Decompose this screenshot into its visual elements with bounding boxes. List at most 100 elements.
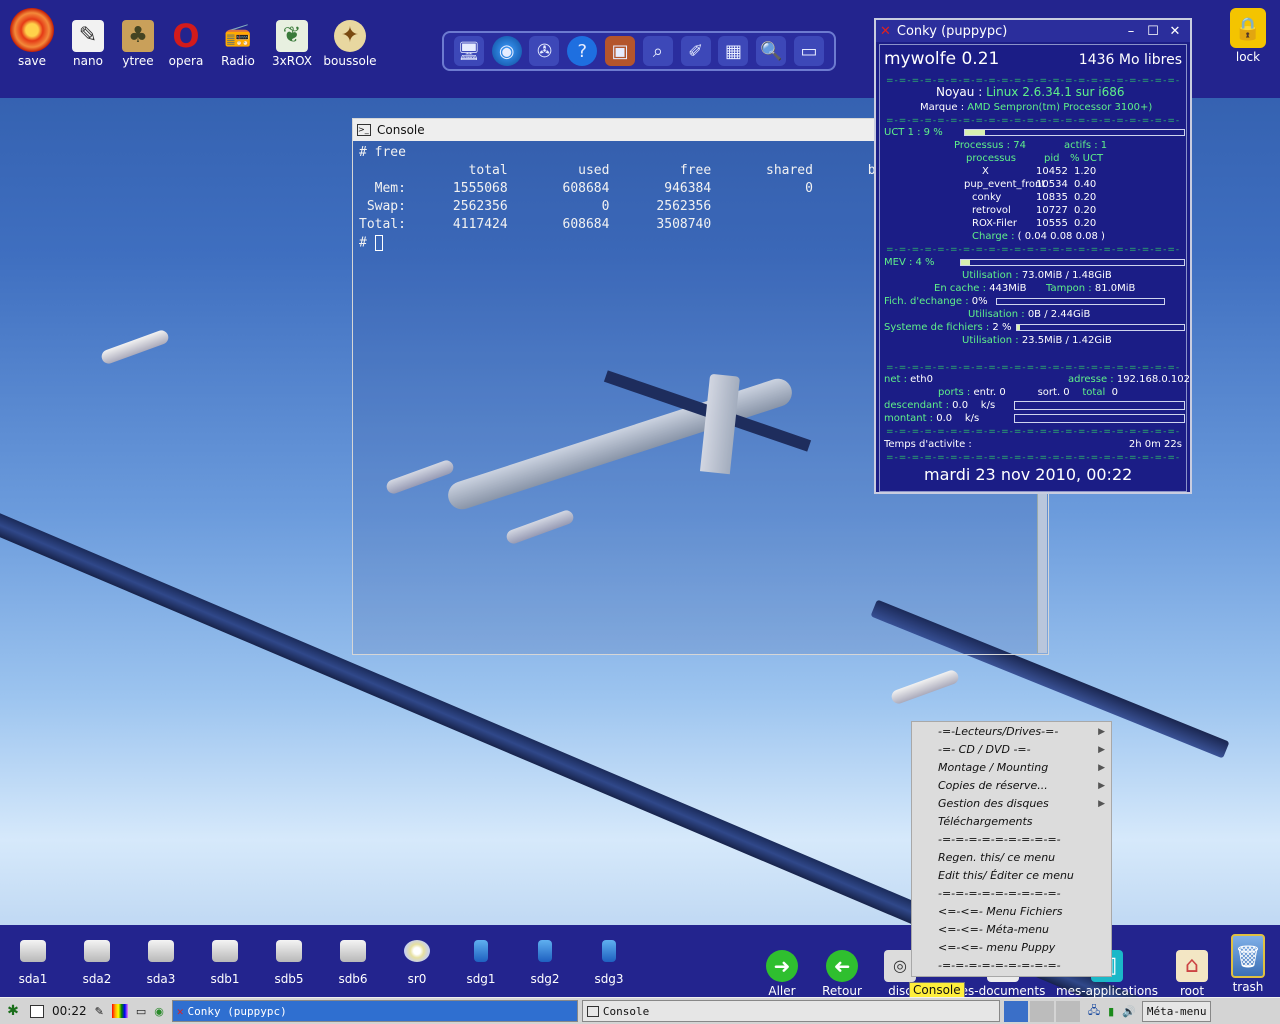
volume-tray-icon[interactable]: 🔊 xyxy=(1118,1001,1140,1022)
taskbar-task-console[interactable]: Console xyxy=(581,1000,1000,1022)
desktop-icon-root[interactable]: ⌂ root xyxy=(1160,950,1224,998)
menu-item[interactable]: -=- CD / DVD -=- xyxy=(938,743,1031,756)
desktop-icon-trash[interactable]: 🗑 trash xyxy=(1216,934,1280,994)
start-menu-icon[interactable]: ✱ xyxy=(0,1001,26,1022)
divider: =-=-=-=-=-=-=-=-=-=-=-=-=-=-=-=-=-=-=-=-… xyxy=(886,247,1181,253)
mev-label: MEV : 4 % xyxy=(884,257,935,268)
close-button[interactable]: ✕ xyxy=(1164,24,1186,39)
draw-icon[interactable]: ✐ xyxy=(680,36,711,66)
drive-label: sdb1 xyxy=(210,972,240,986)
divider: =-=-=-=-=-=-=-=-=-=-=-=-=-=-=-=-=-=-=-=-… xyxy=(886,118,1181,124)
briefcase-icon[interactable]: ▣ xyxy=(605,36,636,66)
compass-icon: ✦ xyxy=(334,20,366,52)
charge-row: Charge : ( 0.04 0.08 0.08 ) xyxy=(972,231,1105,242)
drive-tray-icon[interactable]: ▭ xyxy=(132,1001,150,1022)
drive-icon-sdg1[interactable]: sdg1 xyxy=(456,940,506,986)
menu-item[interactable]: Regen. this/ ce menu xyxy=(938,851,1055,864)
drive-icon-sdg2[interactable]: sdg2 xyxy=(520,940,570,986)
drive-icon-sdb5[interactable]: sdb5 xyxy=(264,940,314,986)
desktop-icon[interactable]: 🖥 xyxy=(453,36,484,66)
console-line: Swap: 2562356 0 2562356 xyxy=(359,199,712,214)
drive-icon-sda1[interactable]: sda1 xyxy=(8,940,58,986)
conky-date: mardi 23 nov 2010, 00:22 xyxy=(924,465,1133,484)
menu-item[interactable]: <=-<=- Méta-menu xyxy=(938,923,1049,936)
radio-icon: 📻 xyxy=(224,23,252,48)
film-reel-icon[interactable]: ✇ xyxy=(529,36,560,66)
conky-window[interactable]: ✕ Conky (puppypc) – ☐ ✕ mywolfe 0.21 143… xyxy=(874,18,1192,494)
drive-label: sda2 xyxy=(82,972,112,986)
cd-drive-icon xyxy=(404,940,430,962)
drive-icon-sdg3[interactable]: sdg3 xyxy=(584,940,634,986)
workspace-3[interactable] xyxy=(1055,1000,1080,1022)
maximize-button[interactable]: ☐ xyxy=(1142,24,1164,39)
taskbar-clock[interactable]: 00:22 xyxy=(48,1001,91,1022)
desktop-icon-retour[interactable]: ➜ Retour xyxy=(810,950,874,998)
close-x-icon: ✕ xyxy=(176,1004,184,1018)
console-line: Total: 4117424 608684 3508740 xyxy=(359,217,712,232)
search-doc-icon[interactable]: ⌕ xyxy=(642,36,673,66)
desktop-icon-lock[interactable]: 🔒 lock xyxy=(1216,8,1280,64)
proc-header-pid: pid xyxy=(1044,153,1060,164)
wallpaper-plane-engine xyxy=(99,328,171,366)
taskbar-task-conky[interactable]: ✕ Conky (puppypc) xyxy=(171,1000,578,1022)
menu-item[interactable]: Edit this/ Éditer ce menu xyxy=(938,869,1074,882)
menu-item[interactable]: Téléchargements xyxy=(938,815,1032,828)
drive-icon-sdb1[interactable]: sdb1 xyxy=(200,940,250,986)
menu-separator: -=-=-=-=-=-=-=-=-=- xyxy=(938,833,1061,846)
divider: =-=-=-=-=-=-=-=-=-=-=-=-=-=-=-=-=-=-=-=-… xyxy=(886,78,1181,84)
minimize-button[interactable]: – xyxy=(1120,24,1142,39)
magnifier-icon[interactable]: 🔍 xyxy=(756,36,787,66)
drive-label: sda3 xyxy=(146,972,176,986)
desktop-icon-label: save xyxy=(17,54,47,68)
network-tray-icon[interactable]: 🖧 xyxy=(1084,1001,1104,1022)
desktop-icon-save[interactable]: save xyxy=(0,8,64,68)
desktop-icon-3xrox[interactable]: ❦ 3xROX xyxy=(260,20,324,68)
conky-titlebar[interactable]: ✕ Conky (puppypc) – ☐ ✕ xyxy=(876,20,1190,42)
menu-separator: -=-=-=-=-=-=-=-=-=- xyxy=(938,887,1061,900)
meta-menu-button[interactable]: Méta-menu xyxy=(1141,1000,1212,1022)
drive-icon-sdb6[interactable]: sdb6 xyxy=(328,940,378,986)
help-icon[interactable]: ? xyxy=(567,36,598,66)
menu-item[interactable]: Gestion des disques xyxy=(938,797,1049,810)
menu-item[interactable]: <=-<=- menu Puppy xyxy=(938,941,1055,954)
menu-item[interactable]: -=-Lecteurs/Drives-=- xyxy=(938,725,1058,738)
desktop-icon-aller[interactable]: ➜ Aller xyxy=(750,950,814,998)
workspace-1[interactable] xyxy=(1003,1000,1028,1022)
process-row: ROX-Filer xyxy=(972,218,1017,229)
submenu-arrow-icon: ▶ xyxy=(1098,763,1105,773)
color-palette-icon[interactable] xyxy=(108,1001,132,1022)
console-launcher-icon[interactable] xyxy=(26,1001,48,1022)
menu-item[interactable]: Copies de réserve... xyxy=(938,779,1048,792)
process-uct: 1.20 xyxy=(1074,166,1097,177)
taskbar: ✱ 00:22 ✎ ▭ ◉ ✕ Conky (puppypc) Console … xyxy=(0,997,1280,1024)
process-uct: 0.40 xyxy=(1074,179,1097,190)
console-prompt[interactable]: # xyxy=(359,235,383,251)
drive-icon-sda3[interactable]: sda3 xyxy=(136,940,186,986)
process-row: retrovol xyxy=(972,205,1011,216)
edit-tool-icon[interactable]: ✎ xyxy=(91,1001,108,1022)
drive-label: sdg3 xyxy=(594,972,624,986)
swap-row: Fich. d'echange : 0% xyxy=(884,296,988,307)
fs-bar-fill xyxy=(1017,325,1021,330)
menu-item[interactable]: Montage / Mounting xyxy=(938,761,1048,774)
drive-icon-sr0[interactable]: sr0 xyxy=(392,940,442,986)
globe-icon[interactable]: ◉ xyxy=(491,36,522,66)
text-cursor xyxy=(374,235,383,251)
console-line: total used free shared b xyxy=(359,163,876,178)
desktop-icon-boussole[interactable]: ✦ boussole xyxy=(318,20,382,68)
menu-item[interactable]: <=-<=- Menu Fichiers xyxy=(938,905,1062,918)
close-x-icon: ✕ xyxy=(880,23,891,39)
desktop-icon-label: Radio xyxy=(221,54,255,68)
monitor-icon[interactable]: ▭ xyxy=(794,36,825,66)
workspace-2[interactable] xyxy=(1029,1000,1054,1022)
process-row: X xyxy=(982,166,989,177)
cache-row: En cache : 443MiB xyxy=(934,283,1027,294)
drive-icon-sda2[interactable]: sda2 xyxy=(72,940,122,986)
globe-tray-icon[interactable]: ◉ xyxy=(150,1001,168,1022)
divider: =-=-=-=-=-=-=-=-=-=-=-=-=-=-=-=-=-=-=-=-… xyxy=(886,429,1181,435)
adresse-row: adresse : 192.168.0.102 xyxy=(1068,374,1190,385)
battery-tray-icon[interactable]: ▮ xyxy=(1104,1001,1118,1022)
calculator-icon[interactable]: ▦ xyxy=(718,36,749,66)
swap-bar xyxy=(996,298,1165,305)
drive-label: sdg2 xyxy=(530,972,560,986)
